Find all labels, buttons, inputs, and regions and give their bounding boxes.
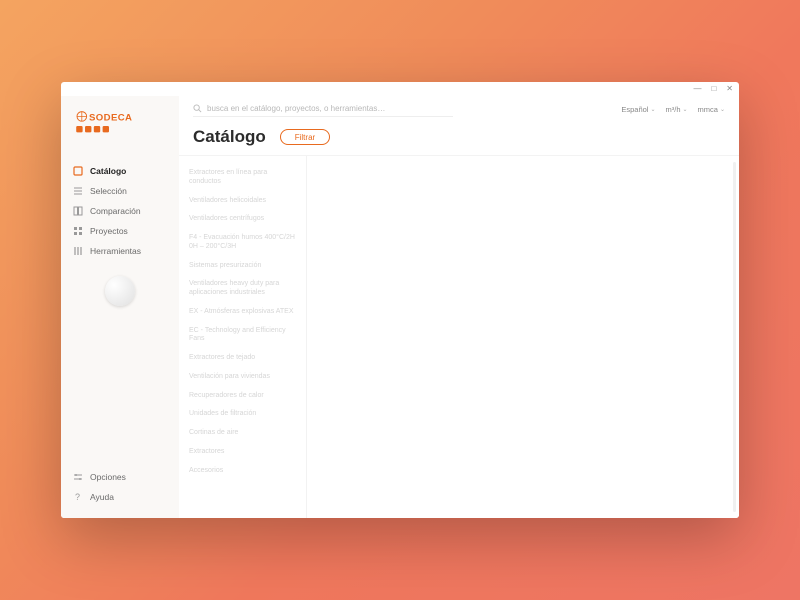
list-item[interactable]: Ventilación para viviendas (189, 368, 296, 387)
list-item[interactable]: Sistemas presurización (189, 257, 296, 276)
list-item[interactable]: Unidades de filtración (189, 405, 296, 424)
catalog-icon (73, 166, 83, 176)
nav-selection[interactable]: Selección (61, 182, 179, 200)
window-maximize[interactable]: □ (711, 85, 716, 93)
chevron-down-icon: ⌄ (683, 106, 688, 113)
nav-help[interactable]: ? Ayuda (61, 488, 179, 506)
sliders-icon (73, 472, 83, 482)
category-list[interactable]: Extractores en línea para conductos Vent… (179, 156, 307, 518)
svg-text:SODECA: SODECA (89, 112, 132, 123)
nav-label: Selección (90, 186, 127, 196)
nav-label: Ayuda (90, 492, 114, 502)
nav-tools[interactable]: Herramientas (61, 242, 179, 260)
page-header: Catálogo Filtrar (179, 117, 739, 155)
tools-icon (73, 246, 83, 256)
nav-options[interactable]: Opciones (61, 468, 179, 486)
content: Extractores en línea para conductos Vent… (179, 155, 739, 518)
list-item[interactable]: Recuperadores de calor (189, 387, 296, 406)
nav-label: Proyectos (90, 226, 128, 236)
window-close[interactable]: ✕ (726, 85, 733, 93)
list-item[interactable]: Extractores en línea para conductos (189, 164, 296, 192)
main-nav: Catálogo Selección Comparación Proyectos… (61, 162, 179, 260)
nav-label: Opciones (90, 472, 126, 482)
nav-projects[interactable]: Proyectos (61, 222, 179, 240)
help-icon: ? (73, 492, 83, 502)
list-item[interactable]: Ventiladores heavy duty para aplicacione… (189, 275, 296, 303)
titlebar: — □ ✕ (61, 82, 739, 96)
page-title: Catálogo (193, 127, 266, 147)
list-item[interactable]: Accesorios (189, 462, 296, 481)
nav-label: Herramientas (90, 246, 141, 256)
detail-pane (307, 156, 739, 518)
language-dropdown[interactable]: Español⌄ (621, 105, 655, 114)
list-item[interactable]: Ventiladores helicoidales (189, 192, 296, 211)
list-item[interactable]: Cortinas de aire (189, 424, 296, 443)
logo-icon: SODECA (73, 110, 145, 137)
compare-icon (73, 206, 83, 216)
main: Español⌄ m³/h⌄ mmca⌄ Catálogo Filtrar Ex… (179, 96, 739, 518)
search[interactable] (193, 102, 453, 117)
nav-catalog[interactable]: Catálogo (61, 162, 179, 180)
search-icon (193, 104, 202, 113)
filter-button[interactable]: Filtrar (280, 129, 330, 145)
app-window: — □ ✕ SODECA Catálogo (61, 82, 739, 518)
list-item[interactable]: EX - Atmósferas explosivas ATEX (189, 303, 296, 322)
nav-compare[interactable]: Comparación (61, 202, 179, 220)
list-item[interactable]: Extractores (189, 443, 296, 462)
topbar: Español⌄ m³/h⌄ mmca⌄ (179, 96, 739, 117)
chevron-down-icon: ⌄ (650, 106, 655, 113)
search-input[interactable] (207, 104, 453, 113)
sidebar: SODECA Catálogo Selección (61, 96, 179, 518)
unit1-dropdown[interactable]: m³/h⌄ (666, 105, 688, 114)
list-item[interactable]: Extractores de tejado (189, 349, 296, 368)
list-item[interactable]: Ventiladores centrífugos (189, 210, 296, 229)
chevron-down-icon: ⌄ (720, 106, 725, 113)
grid-icon (73, 226, 83, 236)
list-item[interactable]: EC - Technology and Efficiency Fans (189, 322, 296, 350)
footer-nav: Opciones ? Ayuda (61, 468, 179, 510)
logo: SODECA (61, 106, 179, 156)
nav-label: Catálogo (90, 166, 126, 176)
list-item[interactable]: F4 - Evacuación humos 400°C/2H 0H – 200°… (189, 229, 296, 257)
unit2-dropdown[interactable]: mmca⌄ (698, 105, 725, 114)
window-minimize[interactable]: — (693, 85, 701, 93)
svg-text:?: ? (75, 492, 80, 502)
avatar[interactable] (105, 276, 135, 306)
nav-label: Comparación (90, 206, 141, 216)
list-icon (73, 186, 83, 196)
